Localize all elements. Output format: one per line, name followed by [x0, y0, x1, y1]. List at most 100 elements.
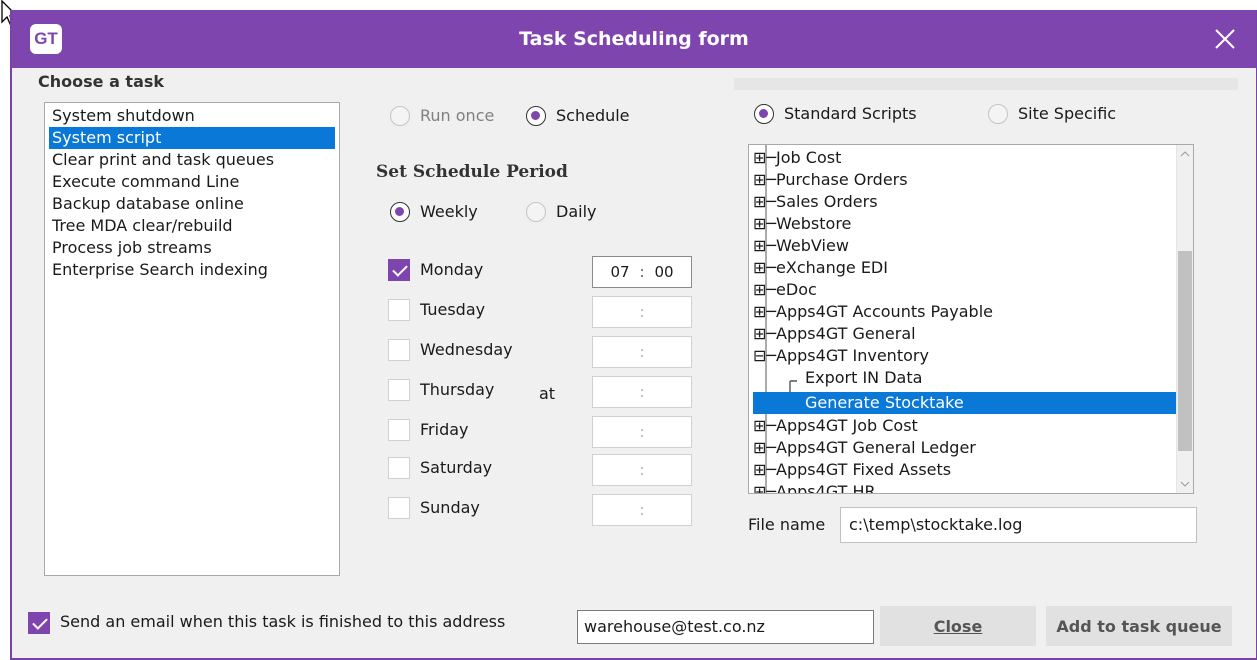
sunday-label: Sunday: [420, 498, 480, 517]
tree-node-apps4gt-job-cost[interactable]: ⊞─Apps4GT Job Cost: [753, 415, 918, 437]
site-specific-label: Site Specific: [1018, 104, 1117, 123]
task-item-backup-database[interactable]: Backup database online: [49, 193, 335, 215]
expand-plus-icon[interactable]: ⊞: [753, 482, 766, 493]
expand-plus-icon[interactable]: ⊞: [753, 258, 766, 277]
wednesday-checkbox[interactable]: [388, 339, 410, 361]
tree-node-label: Apps4GT Inventory: [776, 346, 929, 365]
thursday-time-input[interactable]: :: [592, 376, 692, 408]
standard-scripts-radio[interactable]: [754, 104, 774, 124]
task-item-system-shutdown[interactable]: System shutdown: [49, 105, 335, 127]
saturday-label: Saturday: [420, 458, 493, 477]
tree-node-apps4gt-ap[interactable]: ⊞─Apps4GT Accounts Payable: [753, 301, 993, 323]
daily-radio[interactable]: [526, 202, 546, 222]
tree-node-apps4gt-general[interactable]: ⊞─Apps4GT General: [753, 323, 916, 345]
tree-node-label: Apps4GT HR: [776, 482, 876, 494]
tree-node-exchange-edi[interactable]: ⊞─eXchange EDI: [753, 257, 888, 279]
tuesday-checkbox[interactable]: [388, 299, 410, 321]
task-list[interactable]: System shutdown System script Clear prin…: [44, 102, 340, 576]
wednesday-time-input[interactable]: :: [592, 336, 692, 368]
friday-label: Friday: [420, 420, 469, 439]
task-item-execute-command[interactable]: Execute command Line: [49, 171, 335, 193]
site-specific-radio[interactable]: [988, 104, 1008, 124]
tree-node-label: Apps4GT General: [776, 324, 916, 343]
task-item-tree-mda[interactable]: Tree MDA clear/rebuild: [49, 215, 335, 237]
tree-node-edoc[interactable]: ⊞─eDoc: [753, 279, 817, 301]
tree-node-label: Apps4GT General Ledger: [776, 438, 976, 457]
expand-plus-icon[interactable]: ⊞: [753, 280, 766, 299]
tree-node-apps4gt-gl[interactable]: ⊞─Apps4GT General Ledger: [753, 437, 976, 459]
wednesday-time-separator: :: [639, 343, 645, 361]
scroll-down-icon[interactable]: [1180, 479, 1190, 489]
monday-minute: 00: [654, 263, 674, 281]
monday-checkbox[interactable]: [388, 259, 410, 281]
daily-label: Daily: [556, 202, 597, 221]
scroll-up-icon[interactable]: [1180, 149, 1190, 159]
sunday-checkbox[interactable]: [388, 497, 410, 519]
expand-plus-icon[interactable]: ⊞: [753, 302, 766, 321]
friday-checkbox[interactable]: [388, 419, 410, 441]
title-bar: GT Task Scheduling form: [12, 10, 1256, 68]
tree-node-label: Generate Stocktake: [805, 393, 964, 412]
expand-plus-icon[interactable]: ⊞: [753, 148, 766, 167]
run-once-radio[interactable]: [390, 106, 410, 126]
standard-scripts-label: Standard Scripts: [784, 104, 917, 123]
task-item-process-job-streams[interactable]: Process job streams: [49, 237, 335, 259]
schedule-radio[interactable]: [526, 106, 546, 126]
expand-plus-icon[interactable]: ⊞: [753, 416, 766, 435]
send-email-label: Send an email when this task is finished…: [60, 612, 506, 631]
tree-node-apps4gt-inventory[interactable]: ⊟─Apps4GT Inventory: [753, 345, 929, 367]
expand-plus-icon[interactable]: ⊞: [753, 192, 766, 211]
monday-time-input[interactable]: 07 : 00: [592, 256, 692, 288]
tree-scrollbar[interactable]: [1176, 145, 1193, 493]
sunday-time-separator: :: [639, 501, 645, 519]
monday-label: Monday: [420, 260, 484, 279]
tree-node-apps4gt-fixed-assets[interactable]: ⊞─Apps4GT Fixed Assets: [753, 459, 951, 481]
thursday-checkbox[interactable]: [388, 379, 410, 401]
add-to-task-queue-button[interactable]: Add to task queue: [1046, 606, 1232, 646]
tree-node-generate-stocktake[interactable]: Generate Stocktake: [753, 392, 1179, 414]
monday-hour: 07: [610, 263, 630, 281]
task-item-clear-queues[interactable]: Clear print and task queues: [49, 149, 335, 171]
scrollbar-thumb[interactable]: [1178, 251, 1192, 451]
expand-plus-icon[interactable]: ⊞: [753, 324, 766, 343]
tree-node-export-in-data[interactable]: Export IN Data: [805, 367, 922, 389]
expand-plus-icon[interactable]: ⊞: [753, 214, 766, 233]
tree-node-label: WebView: [776, 236, 849, 255]
collapse-minus-icon[interactable]: ⊟: [753, 346, 766, 365]
tree-node-webview[interactable]: ⊞─WebView: [753, 235, 849, 257]
tree-node-label: Purchase Orders: [776, 170, 908, 189]
tuesday-time-input[interactable]: :: [592, 296, 692, 328]
expand-plus-icon[interactable]: ⊞: [753, 236, 766, 255]
weekly-radio[interactable]: [390, 202, 410, 222]
close-button[interactable]: Close: [880, 606, 1036, 646]
add-button-label: Add to task queue: [1056, 616, 1222, 636]
tree-node-sales-orders[interactable]: ⊞─Sales Orders: [753, 191, 878, 213]
tree-node-label: Apps4GT Job Cost: [776, 416, 918, 435]
task-item-system-script[interactable]: System script: [49, 127, 335, 149]
email-address-input[interactable]: warehouse@test.co.nz: [577, 610, 874, 644]
expand-plus-icon[interactable]: ⊞: [753, 170, 766, 189]
tree-node-purchase-orders[interactable]: ⊞─Purchase Orders: [753, 169, 908, 191]
expand-plus-icon[interactable]: ⊞: [753, 460, 766, 479]
wednesday-label: Wednesday: [420, 340, 513, 359]
schedule-period-heading: Set Schedule Period: [376, 162, 568, 182]
close-icon[interactable]: [1212, 26, 1238, 52]
script-tree[interactable]: ⊞─Job Cost ⊞─Purchase Orders ⊞─Sales Ord…: [748, 144, 1194, 494]
tree-node-job-cost[interactable]: ⊞─Job Cost: [753, 147, 841, 169]
expand-plus-icon[interactable]: ⊞: [753, 438, 766, 457]
sunday-time-input[interactable]: :: [592, 494, 692, 526]
friday-time-input[interactable]: :: [592, 416, 692, 448]
window-title: Task Scheduling form: [519, 28, 749, 50]
weekly-label: Weekly: [420, 202, 478, 221]
tuesday-time-separator: :: [639, 303, 645, 321]
file-name-input[interactable]: c:\temp\stocktake.log: [840, 507, 1197, 543]
friday-time-separator: :: [639, 423, 645, 441]
saturday-time-input[interactable]: :: [592, 454, 692, 486]
saturday-checkbox[interactable]: [388, 457, 410, 479]
tree-node-label: Sales Orders: [776, 192, 878, 211]
task-item-enterprise-search[interactable]: Enterprise Search indexing: [49, 259, 335, 281]
tree-node-apps4gt-hr[interactable]: ⊞─Apps4GT HR: [753, 481, 876, 494]
send-email-checkbox[interactable]: [28, 612, 50, 634]
tree-node-webstore[interactable]: ⊞─Webstore: [753, 213, 851, 235]
run-once-label: Run once: [420, 106, 495, 125]
